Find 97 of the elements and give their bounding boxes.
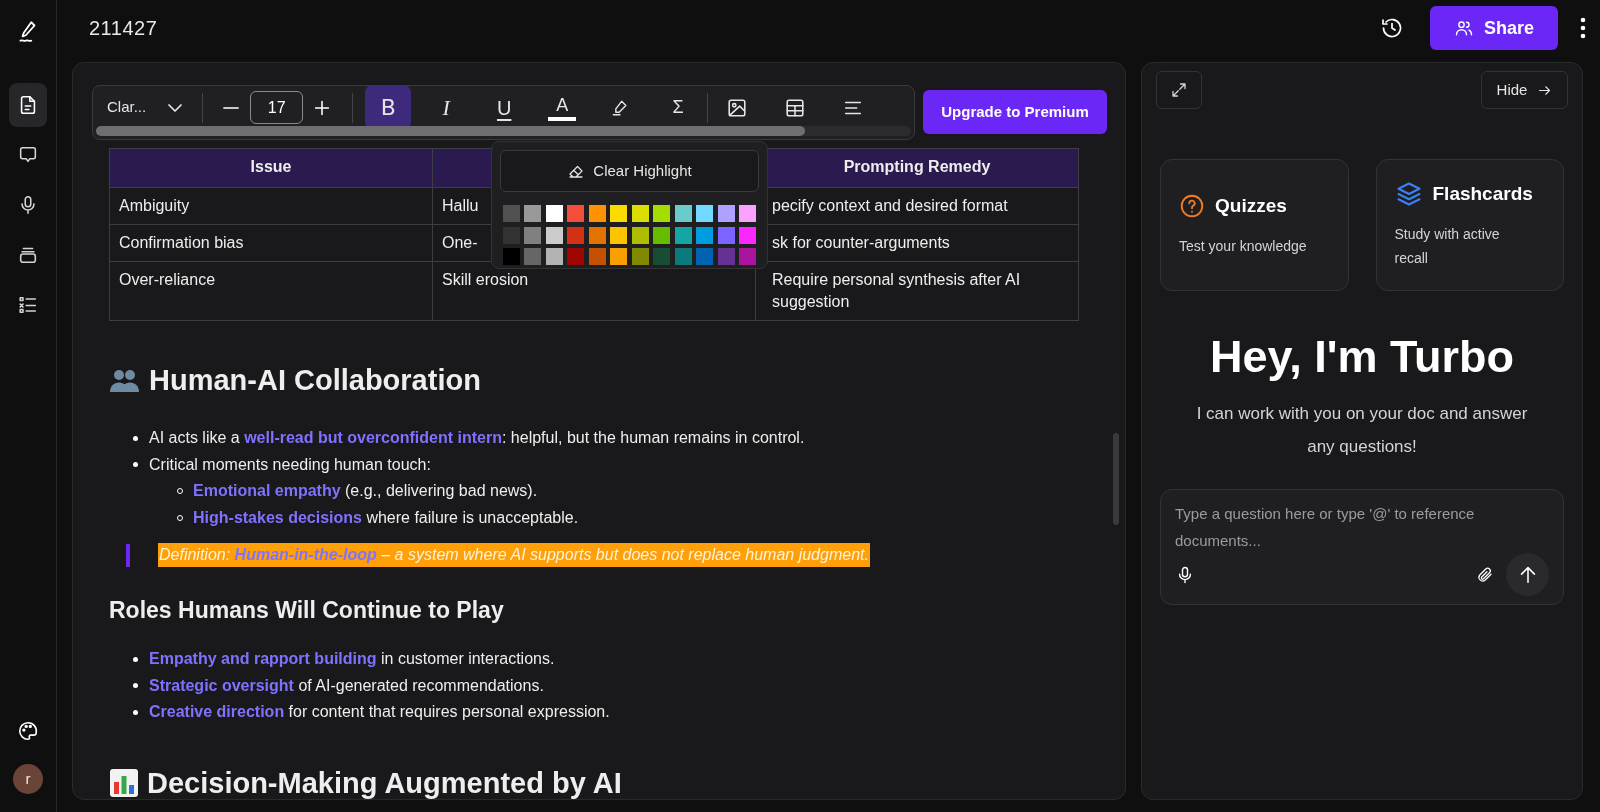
toolbar-scrollbar[interactable] [96,126,911,136]
color-swatch[interactable] [739,205,757,222]
color-swatch[interactable] [653,205,671,222]
image-icon [726,96,749,119]
font-size-field[interactable]: 17 [250,91,304,124]
color-swatch[interactable] [696,205,714,222]
color-swatch[interactable] [503,205,520,222]
card-title: Quizzes [1215,193,1287,218]
chat-input-box[interactable]: Type a question here or type '@' to reference documents... [1160,489,1564,605]
color-swatch[interactable] [524,205,542,222]
definition-quote: Definition: Human-in-the-loop – a system where AI supports but does not replace human judgment. [158,543,870,567]
table-cell: Ambiguity [109,187,433,225]
color-swatch[interactable] [631,248,649,266]
text-color-button[interactable]: A [539,85,586,130]
color-swatch[interactable] [674,226,692,244]
color-swatch[interactable] [653,248,671,266]
user-avatar[interactable]: r [13,764,43,794]
formula-button[interactable]: Σ [655,85,702,130]
layers-icon [1394,180,1423,208]
color-swatch[interactable] [674,205,692,222]
list-item-text: AI acts like a well-read but overconfident intern: helpful, but the human remains in control. [149,428,805,449]
color-swatch[interactable] [610,248,628,266]
list-item-text: Empathy and rapport building in customer interactions. [149,649,555,670]
more-options-icon[interactable] [1580,16,1586,40]
color-swatch[interactable] [503,248,520,266]
color-swatch[interactable] [545,205,563,222]
document-title: 211427 [89,16,158,41]
question-circle-icon [1179,193,1205,219]
color-swatch[interactable] [545,248,563,266]
list-item-text: Critical moments needing human touch: [149,454,431,475]
color-swatch[interactable] [567,248,585,266]
subsection-heading: Roles Humans Will Continue to Play [109,596,505,625]
italic-button[interactable]: I [423,85,470,130]
color-swatch[interactable] [567,226,585,244]
color-swatch[interactable] [588,205,606,222]
color-swatch[interactable] [717,248,735,266]
bullet-icon [133,435,138,441]
color-swatch[interactable] [545,226,563,244]
quizzes-card[interactable]: Quizzes Test your knowledge [1160,159,1349,291]
sidebar-button[interactable] [9,83,47,127]
color-swatch[interactable] [739,226,757,244]
assistant-greeting: Hey, I'm Turbo [1208,330,1516,384]
color-swatch[interactable] [696,226,714,244]
color-swatch[interactable] [567,205,585,222]
table-cell: Over-reliance [109,261,433,321]
color-swatch[interactable] [696,248,714,266]
list-item-text: Emotional empathy (e.g., delivering bad news). [193,481,538,502]
palette-icon[interactable] [17,720,39,742]
bar-chart-icon [109,767,139,798]
list-item-text: High-stakes decisions where failure is unacceptable. [193,507,579,528]
color-swatch[interactable] [588,248,606,266]
bullet-icon [133,709,138,715]
flashcards-card[interactable]: Flashcards Study with active recall [1375,159,1564,291]
minus-icon [223,106,240,109]
color-swatch[interactable] [653,226,671,244]
color-swatch[interactable] [524,226,542,244]
card-subtitle: Study with active recall [1394,225,1501,269]
checklist-icon [17,294,39,316]
history-icon [1380,16,1404,40]
quote-bar [126,543,130,567]
section-heading: Decision-Making Augmented by AI [147,765,622,799]
expand-icon [1170,81,1188,99]
color-swatch[interactable] [717,226,735,244]
chevron-down-icon [168,103,183,112]
color-swatch[interactable] [610,226,628,244]
card-subtitle: Test your knowledge [1179,237,1307,257]
underline-button[interactable]: U [481,85,528,130]
send-button[interactable] [1506,553,1549,596]
list-item-text: Creative direction for content that requires personal expression. [149,702,610,723]
chat-input-field[interactable]: Type a question here or type '@' to reference documents... [1175,500,1549,553]
color-swatch[interactable] [631,205,649,222]
bullet-icon [133,462,138,468]
hide-button[interactable]: Hide [1481,71,1568,109]
section-heading: Human-AI Collaboration [149,363,481,398]
color-swatch[interactable] [524,248,542,266]
font-dropdown[interactable]: Clar... [107,96,183,119]
users-icon [1454,18,1474,38]
paperclip-icon[interactable] [1476,565,1494,584]
color-swatch[interactable] [610,205,628,222]
color-swatch[interactable] [739,248,757,266]
bullet-icon [133,656,138,662]
table-cell: Confirmation bias [109,224,433,262]
table-icon [784,96,807,119]
assistant-intro: I can work with you on your doc and answer any questions! [1195,403,1529,458]
clear-highlight-button[interactable]: Clear Highlight [500,150,759,192]
list-item-text: Strategic oversight of AI-generated recommendations. [149,675,544,696]
editor-scrollbar[interactable] [1113,433,1119,525]
color-swatch[interactable] [674,248,692,266]
bullet-icon [133,683,138,689]
upgrade-button[interactable]: Upgrade to Premium [923,90,1107,134]
color-swatch[interactable] [588,226,606,244]
share-button[interactable]: Share [1430,6,1558,50]
card-title: Flashcards [1432,181,1533,206]
color-swatch[interactable] [717,205,735,222]
color-swatch[interactable] [631,226,649,244]
table-header-cell: Issue [109,148,433,188]
expand-button[interactable] [1156,71,1202,109]
